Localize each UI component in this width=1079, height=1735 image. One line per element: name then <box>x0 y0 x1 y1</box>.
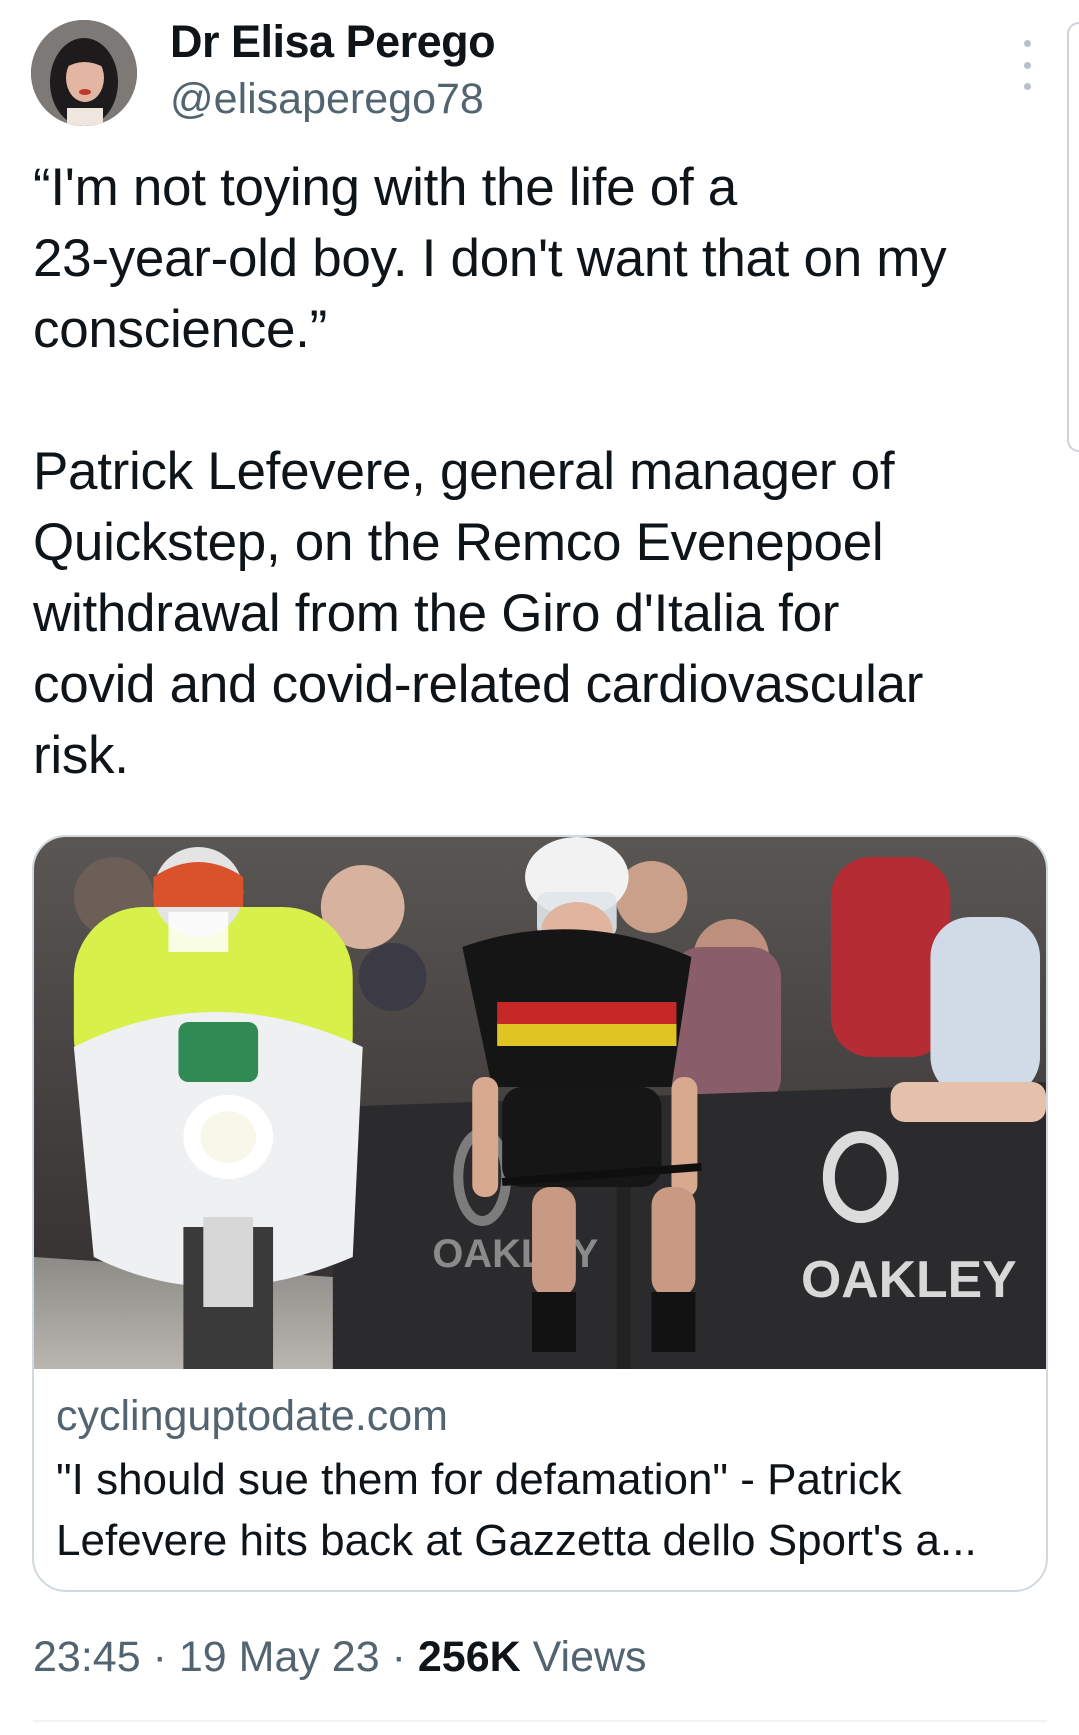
more-vertical-icon-dot <box>1023 61 1031 69</box>
link-preview-card[interactable]: OAKLEY OAKLEY cyclinguptodate.com "I sho… <box>32 835 1048 1592</box>
tweet-text-line: conscience.” <box>33 300 327 359</box>
divider <box>33 1720 1047 1722</box>
views-count[interactable]: 256K <box>418 1633 521 1681</box>
tweet-time[interactable]: 23:45 <box>33 1633 141 1681</box>
avatar-image <box>31 20 137 126</box>
more-vertical-icon <box>1023 40 1031 47</box>
tweet-text-line: Patrick Lefevere, general manager of <box>33 442 895 501</box>
views-label: Views <box>532 1633 647 1681</box>
tweet-text-line: withdrawal from the Giro d'Italia for <box>33 584 840 643</box>
link-card-title-line: "I should sue them for defamation" - Pat… <box>56 1455 902 1504</box>
tweet-text-line: “I'm not toying with the life of a <box>33 158 737 217</box>
link-preview-image[interactable]: OAKLEY OAKLEY <box>34 837 1046 1369</box>
meta-separator: · <box>391 1633 406 1681</box>
tweet-text-line: Quickstep, on the Remco Evenepoel <box>33 513 884 572</box>
author-avatar[interactable] <box>31 20 137 126</box>
more-vertical-icon-dot <box>1023 83 1031 90</box>
tweet-text-line: 23-year-old boy. I don't want that on my <box>33 229 947 288</box>
link-card-title[interactable]: "I should sue them for defamation" - Pat… <box>56 1449 1026 1571</box>
author-display-name[interactable]: Dr Elisa Perego <box>170 14 496 70</box>
tweet-text-line: covid and covid-related cardiovascular <box>33 655 924 714</box>
link-card-title-line: Lefevere hits back at Gazzetta dello Spo… <box>56 1516 977 1565</box>
tweet-text-line: risk. <box>33 726 129 785</box>
banner-text: OAKLEY <box>801 1250 1017 1308</box>
scrollbar[interactable] <box>1067 22 1079 452</box>
tweet-text: “I'm not toying with the life of a 23-ye… <box>33 152 1043 791</box>
tweet-date[interactable]: 19 May 23 <box>179 1633 380 1681</box>
more-options-button[interactable] <box>1012 40 1042 90</box>
meta-separator: · <box>152 1633 167 1681</box>
tweet-meta: 23:45 · 19 May 23 · 256K Views <box>33 1630 647 1684</box>
author-handle[interactable]: @elisaperego78 <box>170 72 484 126</box>
link-card-domain[interactable]: cyclinguptodate.com <box>56 1389 448 1443</box>
